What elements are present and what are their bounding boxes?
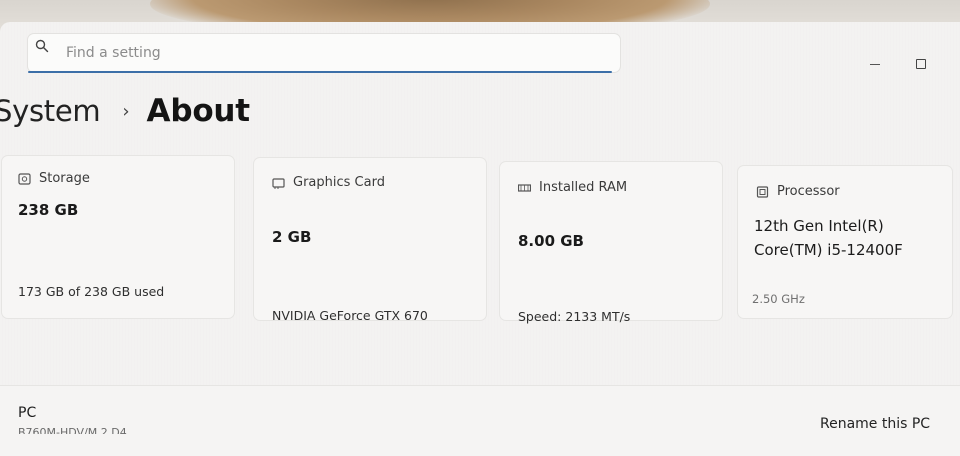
ram-card[interactable]: Installed RAM 8.00 GB Speed: 2133 MT/s [500, 162, 722, 324]
graphics-card-icon [272, 177, 285, 189]
storage-label: Storage [39, 171, 90, 186]
search-box[interactable] [28, 34, 620, 73]
graphics-card-label: Graphics Card [293, 175, 385, 190]
storage-value: 238 GB [18, 201, 79, 219]
graphics-card-value: 2 GB [272, 228, 312, 246]
storage-detail: 173 GB of 238 GB used [18, 284, 165, 299]
processor-card-header: Processor [756, 184, 840, 199]
ram-card-header: Installed RAM [518, 180, 627, 195]
rename-pc-button[interactable]: Rename this PC [808, 414, 942, 434]
ram-value: 8.00 GB [518, 232, 584, 250]
maximize-icon [916, 59, 926, 69]
processor-value-line2: Core(TM) i5-12400F [754, 241, 903, 259]
ram-detail: Speed: 2133 MT/s [518, 309, 631, 324]
breadcrumb-chevron-icon: › [122, 100, 130, 122]
memory-icon [518, 183, 531, 192]
graphics-card-detail: NVIDIA GeForce GTX 670 [272, 308, 428, 323]
processor-label: Processor [777, 184, 840, 199]
minimize-icon [870, 63, 880, 65]
graphics-card-card[interactable]: Graphics Card 2 GB NVIDIA GeForce GTX 67… [254, 158, 486, 323]
storage-card[interactable]: Storage 238 GB 173 GB of 238 GB used [2, 156, 234, 318]
processor-icon [756, 185, 769, 198]
maximize-button[interactable] [906, 52, 936, 76]
graphics-card-header: Graphics Card [272, 175, 385, 190]
minimize-button[interactable] [860, 52, 890, 76]
pc-rename-section: PC B760M-HDV/M.2 D4 Rename this PC [0, 385, 960, 456]
breadcrumb: System › About [0, 88, 250, 134]
storage-icon [18, 172, 31, 185]
processor-value-line1: 12th Gen Intel(R) [754, 217, 884, 235]
pc-label: PC [18, 405, 37, 421]
ram-label: Installed RAM [539, 180, 628, 195]
search-input[interactable] [64, 40, 608, 66]
search-icon [35, 39, 49, 53]
settings-window: System › About Storage 238 GB 173 GB of … [0, 22, 960, 456]
breadcrumb-system[interactable]: System [0, 94, 101, 128]
page-title: About [146, 93, 251, 129]
processor-card[interactable]: Processor 12th Gen Intel(R) Core(TM) i5-… [738, 166, 952, 318]
processor-detail: 2.50 GHz [752, 292, 805, 306]
storage-card-header: Storage [18, 171, 90, 186]
